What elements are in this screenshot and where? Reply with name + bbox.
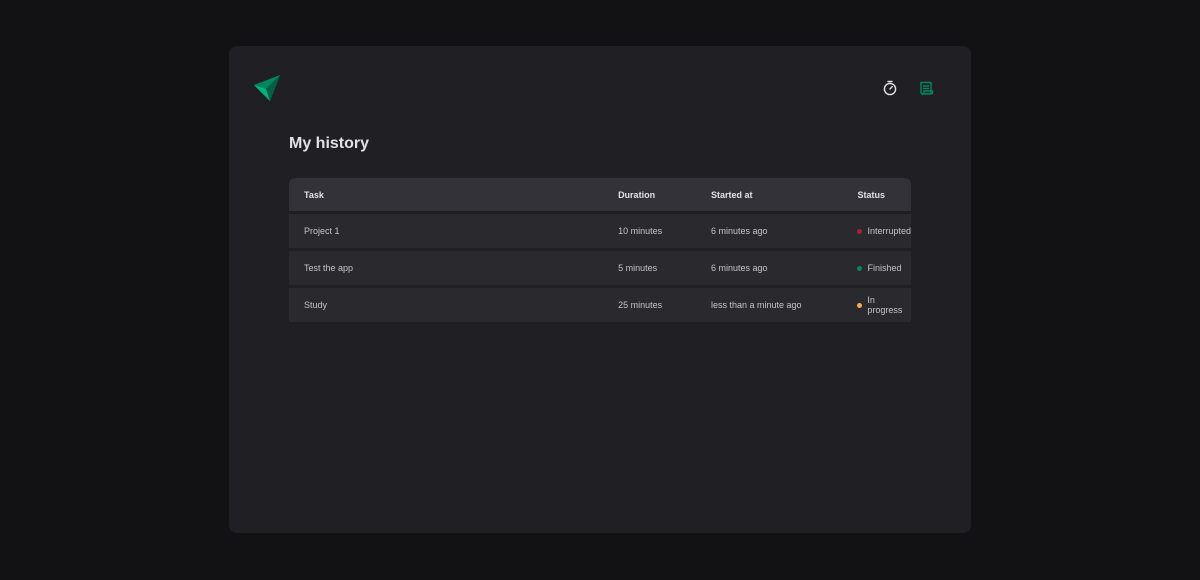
status-label: In progress — [867, 295, 903, 315]
cell-duration: 10 minutes — [603, 214, 696, 248]
column-header-status: Status — [842, 178, 911, 211]
table-header-row: Task Duration Started at Status — [289, 178, 911, 211]
cell-duration: 25 minutes — [603, 288, 696, 322]
timer-icon — [882, 80, 898, 96]
nav-timer-link[interactable] — [878, 76, 902, 100]
scroll-history-icon — [918, 80, 934, 96]
cell-duration: 5 minutes — [603, 251, 696, 285]
status-dot — [857, 302, 863, 308]
status-dot — [857, 265, 863, 271]
status-dot — [857, 228, 863, 234]
page-title: My history — [289, 135, 370, 152]
cell-task: Project 1 — [289, 214, 604, 248]
cell-status: Finished — [842, 251, 911, 285]
column-header-duration: Duration — [603, 178, 696, 211]
cell-started-at: 6 minutes ago — [696, 214, 843, 248]
cell-task: Test the app — [289, 251, 604, 285]
status-label: Finished — [867, 263, 902, 273]
table-row: Project 1 10 minutes 6 minutes ago Inter… — [289, 214, 911, 248]
cell-task: Study — [289, 288, 604, 322]
status-badge: Finished — [857, 263, 911, 273]
status-badge: Interrupted — [857, 226, 911, 236]
cell-started-at: 6 minutes ago — [696, 251, 843, 285]
cell-status: Interrupted — [842, 214, 911, 248]
nav-history-link[interactable] — [914, 76, 938, 100]
status-label: Interrupted — [867, 226, 911, 236]
paper-plane-logo-icon[interactable] — [253, 74, 281, 102]
main-nav — [878, 76, 938, 100]
column-header-started-at: Started at — [696, 178, 843, 211]
history-table: Task Duration Started at Status Project … — [289, 175, 911, 325]
column-header-task: Task — [289, 178, 604, 211]
table-row: Study 25 minutes less than a minute ago … — [289, 288, 911, 322]
table-row: Test the app 5 minutes 6 minutes ago Fin… — [289, 251, 911, 285]
status-badge: In progress — [857, 295, 911, 315]
header — [253, 73, 947, 103]
app-container: My history Task Duration Started at Stat… — [229, 46, 971, 533]
cell-status: In progress — [842, 288, 911, 322]
cell-started-at: less than a minute ago — [696, 288, 843, 322]
